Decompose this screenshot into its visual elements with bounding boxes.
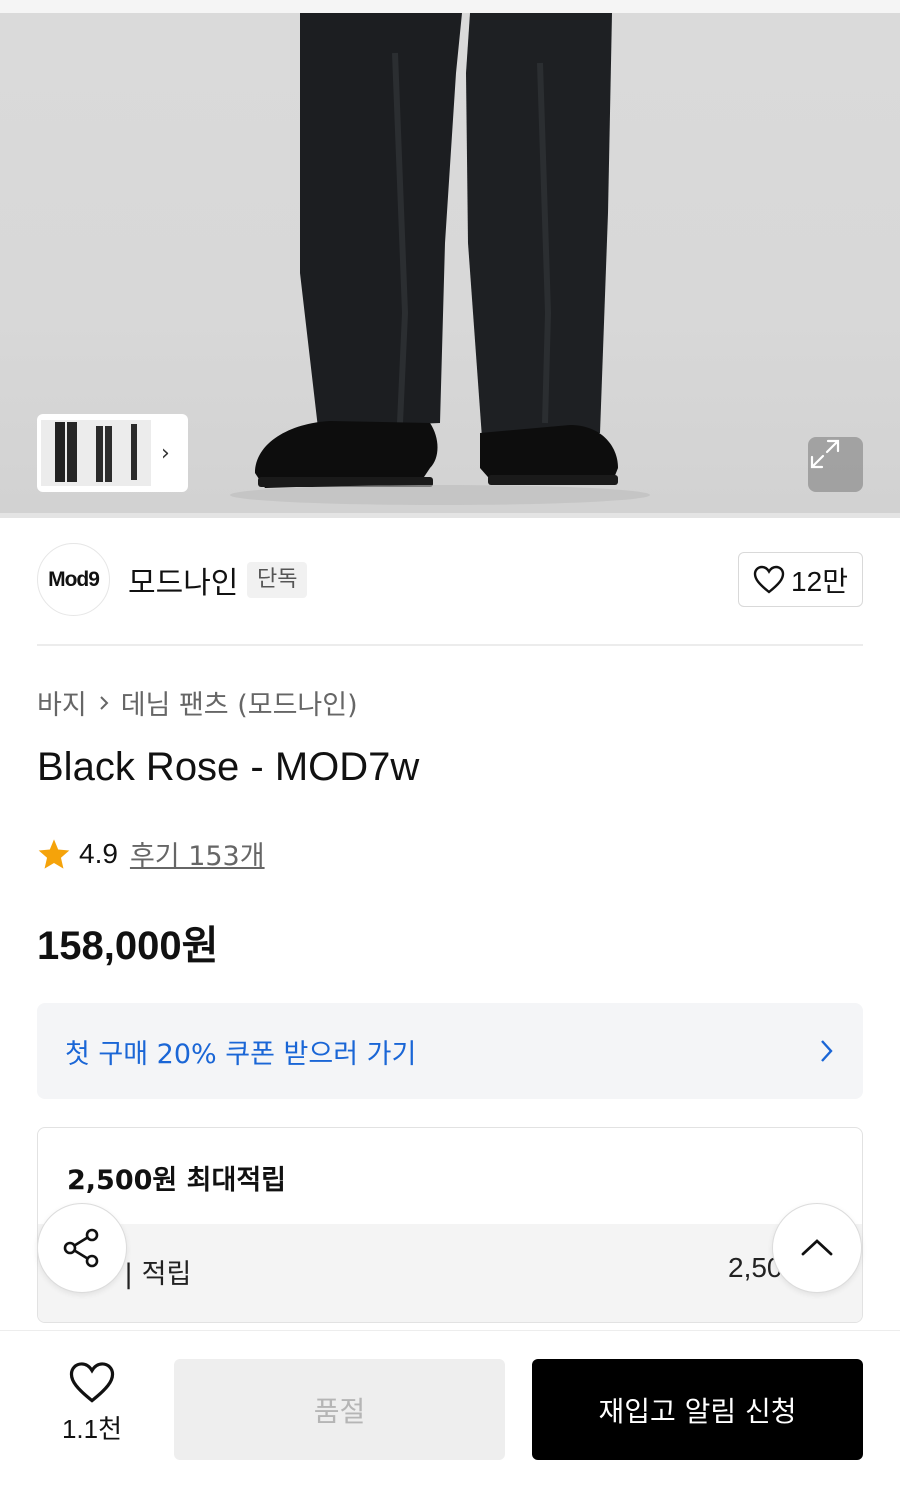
brand-name[interactable]: 모드나인 <box>128 558 238 602</box>
restock-alert-button[interactable]: 재입고 알림 신청 <box>532 1359 863 1460</box>
review-link[interactable]: 후기 153개 <box>130 834 265 873</box>
wishlist-count: 1.1천 <box>61 1414 123 1444</box>
chevron-right-icon[interactable]: › <box>161 441 170 466</box>
points-title: 2,500원 최대적립 <box>67 1165 287 1196</box>
expand-arrows-icon <box>810 439 840 469</box>
breadcrumb-category[interactable]: 바지 <box>37 683 87 722</box>
wishlist-button[interactable]: 1.1천 <box>40 1361 144 1446</box>
expand-button[interactable] <box>808 437 863 492</box>
brand-like-count: 12만 <box>791 565 848 597</box>
top-strip <box>0 0 900 13</box>
rating-score: 4.9 <box>79 837 118 869</box>
brand-logo-text: Mod9 <box>48 567 100 591</box>
product-main-image[interactable]: › <box>0 13 900 513</box>
heart-outline-icon <box>753 565 785 594</box>
soldout-button[interactable]: 품절 <box>174 1359 505 1460</box>
thumbnail-image[interactable] <box>41 420 151 486</box>
section-divider <box>37 644 863 646</box>
breadcrumb: 바지 데님 팬츠 (모드나인) <box>37 683 358 722</box>
rating-row: 4.9 후기 153개 <box>37 834 265 873</box>
points-row-label: | 적립 <box>124 1259 192 1290</box>
coupon-text: 첫 구매 20% 쿠폰 받으러 가기 <box>65 1038 417 1070</box>
product-title: Black Rose - MOD7w <box>37 745 420 789</box>
share-icon <box>63 1228 99 1268</box>
thumbnail-strip[interactable]: › <box>37 414 188 492</box>
exclusive-badge: 단독 <box>247 562 308 598</box>
scroll-top-button[interactable] <box>772 1203 862 1293</box>
brand-logo[interactable]: Mod9 <box>37 543 110 616</box>
share-button[interactable] <box>37 1203 127 1293</box>
image-divider <box>0 513 900 518</box>
chevron-right-icon <box>99 695 109 710</box>
bottom-action-bar: 1.1천 품절 재입고 알림 신청 <box>0 1330 900 1500</box>
breadcrumb-subcategory[interactable]: 데님 팬츠 (모드나인) <box>121 683 358 722</box>
chevron-up-icon <box>801 1239 833 1256</box>
brand-like-button[interactable]: 12만 <box>738 552 863 607</box>
product-price: 158,000원 <box>37 924 219 968</box>
points-panel: 2,500원 최대적립 | 적립 2,50 <box>37 1127 863 1323</box>
coupon-banner[interactable]: 첫 구매 20% 쿠폰 받으러 가기 <box>37 1003 863 1099</box>
star-icon <box>38 838 70 869</box>
points-row: | 적립 2,50 <box>38 1224 862 1322</box>
chevron-right-icon <box>821 1040 833 1062</box>
heart-outline-icon <box>69 1362 115 1403</box>
